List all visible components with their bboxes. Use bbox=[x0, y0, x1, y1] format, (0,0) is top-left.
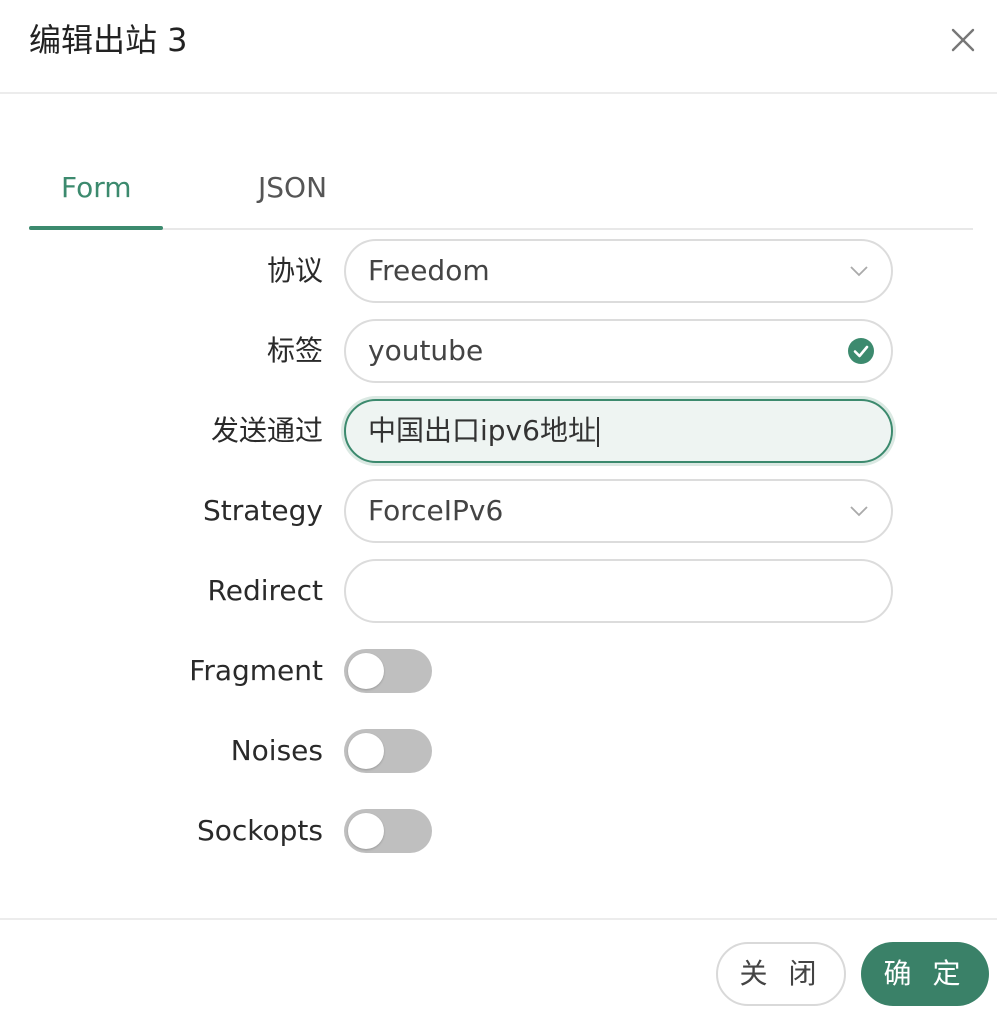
strategy-label: Strategy bbox=[203, 494, 323, 527]
strategy-row: Strategy ForceIPv6 bbox=[0, 479, 997, 543]
noises-toggle[interactable] bbox=[344, 729, 432, 773]
close-icon bbox=[951, 28, 975, 52]
strategy-value: ForceIPv6 bbox=[368, 494, 504, 527]
redirect-row: Redirect bbox=[0, 559, 997, 623]
edit-outbound-dialog: 编辑出站 3 Form JSON 协议 Freedom 标签 youtube 发… bbox=[0, 0, 997, 1013]
fragment-label: Fragment bbox=[189, 654, 323, 687]
toggle-knob bbox=[348, 733, 384, 769]
tag-value: youtube bbox=[368, 334, 484, 367]
send-through-value: 中国出口ipv6地址 bbox=[368, 414, 596, 447]
send-through-row: 发送通过 中国出口ipv6地址 bbox=[0, 399, 997, 463]
close-button[interactable] bbox=[949, 26, 977, 54]
toggle-knob bbox=[348, 653, 384, 689]
tag-input[interactable]: youtube bbox=[344, 319, 893, 383]
chevron-down-icon bbox=[850, 266, 868, 277]
dialog-footer: 关 闭 确 定 bbox=[0, 918, 997, 1013]
tab-form[interactable]: Form bbox=[61, 168, 132, 208]
protocol-label: 协议 bbox=[266, 254, 323, 287]
send-through-value-wrap: 中国出口ipv6地址 bbox=[368, 401, 599, 461]
tab-json[interactable]: JSON bbox=[258, 168, 327, 208]
noises-row: Noises bbox=[0, 719, 997, 783]
dialog-title: 编辑出站 3 bbox=[29, 21, 188, 59]
chevron-down-icon bbox=[850, 506, 868, 517]
protocol-row: 协议 Freedom bbox=[0, 239, 997, 303]
active-tab-indicator bbox=[29, 226, 163, 230]
toggle-knob bbox=[348, 813, 384, 849]
send-through-input[interactable]: 中国出口ipv6地址 bbox=[344, 399, 893, 463]
text-caret bbox=[596, 417, 599, 447]
send-through-label: 发送通过 bbox=[210, 414, 323, 447]
strategy-select[interactable]: ForceIPv6 bbox=[344, 479, 893, 543]
fragment-toggle[interactable] bbox=[344, 649, 432, 693]
tag-row: 标签 youtube bbox=[0, 319, 997, 383]
tab-bar: Form JSON bbox=[29, 150, 973, 230]
protocol-value: Freedom bbox=[368, 254, 490, 287]
sockopts-label: Sockopts bbox=[197, 814, 323, 847]
protocol-select[interactable]: Freedom bbox=[344, 239, 893, 303]
dialog-header: 编辑出站 3 bbox=[0, 0, 997, 94]
close-dialog-button[interactable]: 关 闭 bbox=[716, 942, 846, 1006]
check-circle-icon bbox=[848, 338, 874, 364]
redirect-label: Redirect bbox=[207, 574, 323, 607]
fragment-row: Fragment bbox=[0, 639, 997, 703]
tag-label: 标签 bbox=[266, 334, 323, 367]
confirm-button[interactable]: 确 定 bbox=[861, 942, 989, 1006]
redirect-input[interactable] bbox=[344, 559, 893, 623]
noises-label: Noises bbox=[230, 734, 323, 767]
sockopts-toggle[interactable] bbox=[344, 809, 432, 853]
sockopts-row: Sockopts bbox=[0, 799, 997, 863]
